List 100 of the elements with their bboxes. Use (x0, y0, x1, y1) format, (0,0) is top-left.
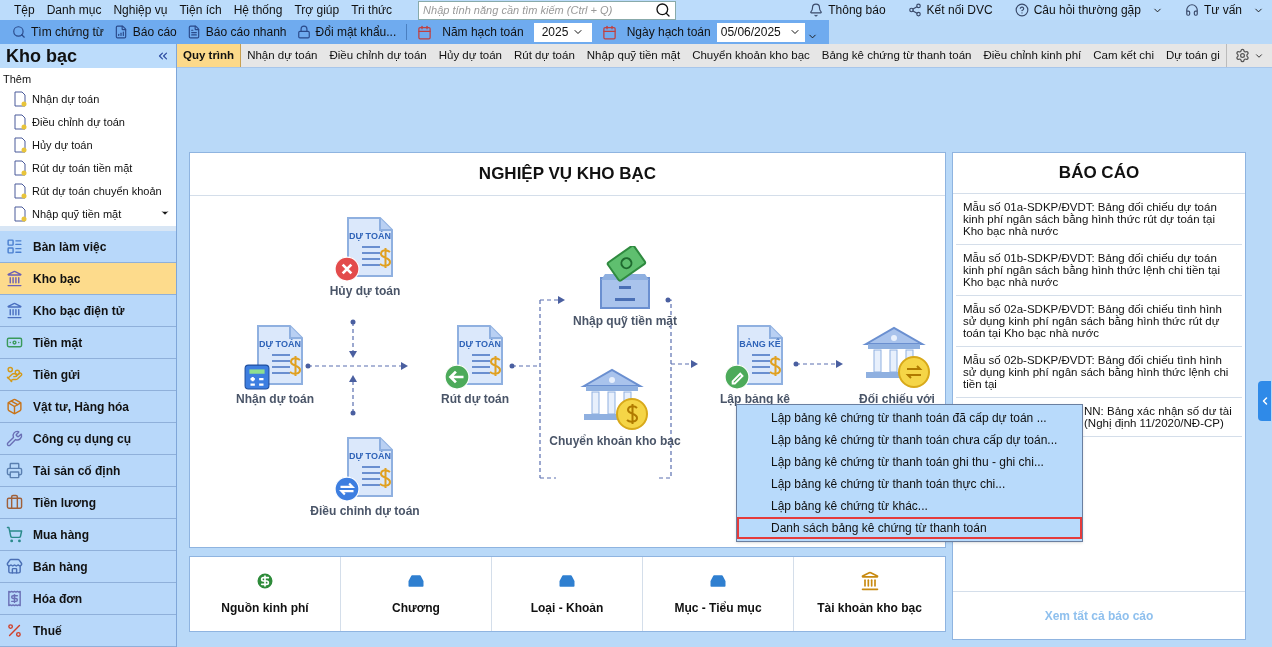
node-label[interactable]: Nhận dự toán (236, 390, 314, 408)
tab[interactable]: Điều chỉnh kinh phí (977, 44, 1088, 67)
collapse-icon[interactable] (156, 49, 170, 63)
toolbar-button[interactable]: Tìm chứng từ (12, 23, 104, 41)
tab[interactable]: Hủy dự toán (432, 44, 509, 67)
dashed-arrow (349, 375, 357, 416)
document-icon (14, 183, 27, 199)
menu-option[interactable]: Danh sách bảng kê chứng từ thanh toán (737, 517, 1082, 539)
report-link[interactable]: NN: Bảng xác nhận số dư tài (Nghị định 11/2020/NĐ-CP) (1084, 405, 1238, 429)
document-icon (14, 137, 27, 153)
lock-icon (296, 25, 311, 39)
menu-item[interactable]: Tệp (8, 2, 41, 18)
quick-item[interactable]: Rút dự toán tiền mặt (0, 156, 176, 180)
cancel-badge-icon (334, 256, 360, 282)
nav-item[interactable]: Kho bạc (0, 263, 176, 295)
category-item[interactable]: Tài khoản kho bạc (794, 557, 945, 631)
menu-item[interactable]: Hệ thống (227, 2, 289, 18)
side-expand-tab[interactable] (1258, 381, 1271, 421)
menu-item[interactable]: Tiện ích (173, 2, 228, 18)
document-icon (736, 324, 784, 386)
document-icon (14, 91, 27, 107)
menu-option[interactable]: Lập bảng kê chứng từ thanh toán ghi thu - ghi chi... (737, 451, 1082, 473)
icon-caption: BẢNG KÊ (738, 338, 782, 351)
date-label: Ngày hạch toán (626, 24, 711, 41)
menu-item[interactable]: Danh mục (40, 2, 108, 18)
node-label[interactable]: Đối chiếu với (859, 390, 935, 408)
headset-icon (1184, 3, 1199, 17)
cash-box-icon (597, 246, 653, 312)
node-label[interactable]: Chuyển khoản kho bạc (549, 432, 681, 450)
year-label: Năm hạch toán (442, 24, 524, 41)
tab[interactable]: Quy trình (177, 44, 242, 67)
top-link[interactable]: Kết nối DVC (907, 1, 993, 19)
tab[interactable]: Rút dự toán (508, 44, 581, 67)
quick-item[interactable]: Hủy dự toán (0, 133, 176, 157)
swap-icon (334, 476, 360, 502)
menu-item[interactable]: Nghiệp vụ (107, 2, 174, 18)
menu-option[interactable]: Lập bảng kê chứng từ khác... (737, 495, 1082, 517)
dashed-arrow (349, 319, 357, 358)
quick-item[interactable]: Nhập quỹ tiền mặt (0, 202, 176, 226)
document-icon (346, 436, 394, 498)
bell-icon (809, 3, 824, 17)
calendar-icon (601, 24, 617, 40)
bank-dollar-icon (580, 366, 650, 432)
report-link[interactable]: Mẫu số 02a-SDKP/ĐVDT: Bảng đối chiếu tình hình sử dụng kinh phí ngân sách bằng hình thức rút dự toán tại Kho bạc nhà nước (963, 303, 1235, 339)
sidebar-title: Kho bạc (6, 44, 77, 68)
category-item[interactable]: Loại - Khoản (492, 557, 643, 631)
node-label[interactable]: Điều chỉnh dự toán (310, 502, 420, 520)
quick-item[interactable]: Nhận dự toán (0, 87, 176, 111)
report-link[interactable]: Mẫu số 02b-SDKP/ĐVDT: Bảng đối chiếu tình hình sử dụng kinh phí ngân sách bằng hình thức lệnh chi tiền tại (963, 354, 1235, 390)
document-icon (186, 25, 201, 39)
search-field[interactable]: Nhập tính năng cần tìm kiếm (Ctrl + Q) (418, 0, 677, 20)
icon-caption: DỰ TOÁN (458, 338, 502, 351)
menu-item[interactable]: Tri thức (345, 2, 399, 18)
toolbar-button[interactable]: Đổi mật khẩu... (296, 23, 397, 41)
top-link[interactable]: Tư vấn (1184, 1, 1264, 19)
list-icon (6, 238, 23, 255)
cart-icon (6, 526, 23, 543)
report-icon (113, 25, 128, 39)
year-dropdown[interactable]: 2025 (533, 22, 592, 42)
quick-item[interactable]: Điều chỉnh dự toán (0, 110, 176, 134)
top-link[interactable]: Thông báo (809, 1, 886, 19)
toolbar-button[interactable]: Báo cáo (113, 23, 177, 41)
menu-item[interactable]: Trợ giúp (288, 2, 346, 18)
report-link[interactable]: Mẫu số 01a-SDKP/ĐVDT: Bảng đối chiếu dự toán kinh phí ngân sách bằng hình thức rút dự toán tại Kho bạc nhà nước (963, 201, 1235, 237)
menu-option[interactable]: Lập bảng kê chứng từ thanh toán thực chi... (737, 473, 1082, 495)
category-item[interactable]: Mục - Tiểu mục (643, 557, 794, 631)
tab[interactable]: Cam kết chi (1087, 44, 1160, 67)
share-icon (907, 3, 922, 17)
search-icon[interactable] (655, 2, 672, 18)
tab[interactable]: Điều chỉnh dự toán (323, 44, 433, 67)
receipt-icon (6, 590, 23, 607)
node-label[interactable]: Hủy dự toán (329, 282, 401, 300)
printer-icon (6, 462, 23, 479)
diagram-title: NGHIỆP VỤ KHO BẠC (478, 163, 657, 186)
section-label: Thêm (2, 72, 33, 87)
wrench-icon (6, 430, 23, 447)
document-icon (346, 216, 394, 278)
tab[interactable]: Nhận dự toán (241, 44, 324, 67)
date-dropdown[interactable]: 05/06/2025 (716, 22, 805, 42)
icon-caption: DỰ TOÁN (348, 450, 392, 463)
tab[interactable]: Nhập quỹ tiền mặt (580, 44, 687, 67)
bank-icon (6, 302, 23, 319)
menu-option[interactable]: Lập bảng kê chứng từ thanh toán chưa cấp dự toán... (737, 429, 1082, 451)
toolbar-button[interactable]: Báo cáo nhanh (186, 23, 287, 41)
report-link[interactable]: Mẫu số 01b-SDKP/ĐVDT: Bảng đối chiếu dự toán kinh phí ngân sách bằng hình thức lệnh chi tiền tại Kho bạc nhà nước (963, 252, 1235, 288)
tab[interactable]: Dự toán gi (1160, 44, 1226, 67)
calendar-icon (417, 24, 433, 40)
category-item[interactable]: Nguồn kinh phí (190, 557, 341, 631)
top-link[interactable]: Câu hỏi thường gặp (1014, 1, 1163, 19)
quick-item[interactable]: Rút dự toán chuyển khoản (0, 179, 176, 203)
tab[interactable]: Chuyển khoản kho bạc (686, 44, 816, 67)
node-label[interactable]: Rút dự toán (441, 390, 509, 408)
percent-icon (6, 622, 23, 639)
menu-option[interactable]: Lập bảng kê chứng từ thanh toán đã cấp dự toán ... (737, 407, 1082, 429)
settings-icon[interactable] (1235, 48, 1250, 63)
category-item[interactable]: Chương (341, 557, 492, 631)
node-label[interactable]: Nhập quỹ tiền mặt (573, 312, 677, 330)
document-icon (456, 324, 504, 386)
tab[interactable]: Bảng kê chứng từ thanh toán (815, 44, 978, 67)
search-icon (12, 25, 26, 39)
